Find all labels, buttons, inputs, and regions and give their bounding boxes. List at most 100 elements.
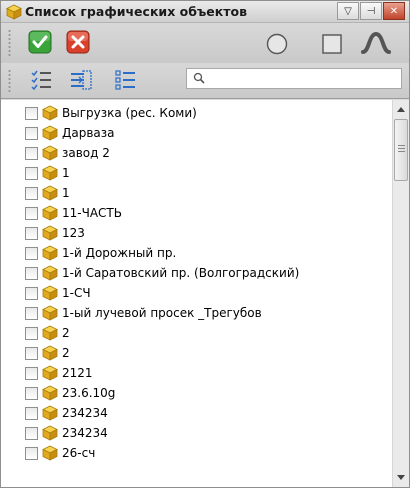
item-label: Выгрузка (рес. Коми): [62, 106, 197, 120]
list-item[interactable]: 11-ЧАСТЬ: [1, 203, 392, 223]
item-checkbox[interactable]: [25, 427, 38, 440]
vertical-scrollbar[interactable]: [392, 100, 409, 487]
list-item[interactable]: Дарваза: [1, 123, 392, 143]
uncheck-all-button[interactable]: [113, 68, 137, 92]
cube-icon: [42, 205, 58, 221]
item-checkbox[interactable]: [25, 367, 38, 380]
item-label: 234234: [62, 406, 108, 420]
scroll-down-arrow[interactable]: [393, 469, 409, 486]
curve-shape-icon: [361, 31, 391, 54]
item-checkbox[interactable]: [25, 187, 38, 200]
item-checkbox[interactable]: [25, 267, 38, 280]
item-checkbox[interactable]: [25, 127, 38, 140]
square-tool-button[interactable]: [319, 31, 345, 57]
item-label: 23.6.10g: [62, 386, 116, 400]
list-item[interactable]: завод 2: [1, 143, 392, 163]
chevron-down-icon: ▽: [344, 5, 352, 17]
list-item[interactable]: 1-СЧ: [1, 283, 392, 303]
list-item[interactable]: 1: [1, 183, 392, 203]
list-item[interactable]: 2121: [1, 363, 392, 383]
objects-list[interactable]: Выгрузка (рес. Коми) Дарваза завод 2 1 1 11-Ч…: [1, 100, 392, 487]
arrow-down-icon: [397, 475, 405, 480]
item-checkbox[interactable]: [25, 387, 38, 400]
item-checkbox[interactable]: [25, 327, 38, 340]
curve-tool-button[interactable]: [359, 29, 393, 57]
select-list-button[interactable]: [67, 68, 95, 92]
cube-icon: [42, 185, 58, 201]
list-item[interactable]: 1-ый лучевой просек _Трегубов: [1, 303, 392, 323]
list-item[interactable]: 234234: [1, 423, 392, 443]
item-label: 1: [62, 166, 70, 180]
item-label: 26-сч: [62, 446, 96, 460]
item-label: 1-СЧ: [62, 286, 91, 300]
item-checkbox[interactable]: [25, 207, 38, 220]
item-label: 1: [62, 186, 70, 200]
apply-button[interactable]: [27, 29, 53, 55]
item-checkbox[interactable]: [25, 227, 38, 240]
list-item[interactable]: 123: [1, 223, 392, 243]
item-checkbox[interactable]: [25, 107, 38, 120]
cube-icon: [42, 225, 58, 241]
item-label: 1-й Дорожный пр.: [62, 246, 177, 260]
square-shape-icon: [322, 34, 342, 54]
pin-icon: ⊣: [366, 5, 376, 17]
list-item[interactable]: Выгрузка (рес. Коми): [1, 103, 392, 123]
item-checkbox[interactable]: [25, 447, 38, 460]
item-checkbox[interactable]: [25, 247, 38, 260]
item-label: 123: [62, 226, 85, 240]
uncheck-all-icon: [115, 70, 135, 90]
scroll-up-arrow[interactable]: [393, 101, 409, 118]
list-item[interactable]: 1: [1, 163, 392, 183]
list-item[interactable]: 26-сч: [1, 443, 392, 463]
check-all-icon: [31, 70, 51, 91]
item-checkbox[interactable]: [25, 147, 38, 160]
pin-button[interactable]: ⊣: [360, 2, 382, 20]
list-item[interactable]: 23.6.10g: [1, 383, 392, 403]
window-controls: ▽ ⊣ ✕: [336, 2, 405, 20]
close-button[interactable]: ✕: [383, 2, 405, 20]
cube-icon: [42, 145, 58, 161]
toolbar-list: [1, 63, 409, 99]
item-checkbox[interactable]: [25, 347, 38, 360]
cube-icon: [42, 285, 58, 301]
cube-icon: [42, 105, 58, 121]
item-checkbox[interactable]: [25, 287, 38, 300]
item-checkbox[interactable]: [25, 167, 38, 180]
item-checkbox[interactable]: [25, 407, 38, 420]
cube-icon: [42, 365, 58, 381]
cube-icon: [42, 125, 58, 141]
cube-icon: [42, 425, 58, 441]
list-item[interactable]: 2: [1, 323, 392, 343]
cancel-button[interactable]: [65, 29, 91, 55]
toolbar-grip[interactable]: [8, 69, 11, 93]
list-item[interactable]: 1-й Дорожный пр.: [1, 243, 392, 263]
arrow-up-icon: [397, 107, 405, 112]
cube-icon: [42, 405, 58, 421]
item-label: 2: [62, 346, 70, 360]
toolbar-main: [1, 23, 409, 63]
check-all-button[interactable]: [29, 68, 53, 92]
cube-icon: [42, 265, 58, 281]
list-item[interactable]: 234234: [1, 403, 392, 423]
scroll-thumb[interactable]: [394, 119, 408, 181]
item-label: 234234: [62, 426, 108, 440]
item-label: 11-ЧАСТЬ: [62, 206, 122, 220]
title-bar[interactable]: Список графических объектов ▽ ⊣ ✕: [1, 1, 409, 23]
list-item[interactable]: 1-й Саратовский пр. (Волгоградский): [1, 263, 392, 283]
window-title: Список графических объектов: [25, 4, 248, 19]
close-icon: ✕: [389, 5, 399, 17]
cube-icon: [42, 165, 58, 181]
item-label: 2121: [62, 366, 93, 380]
dropdown-button[interactable]: ▽: [337, 2, 359, 20]
item-label: завод 2: [62, 146, 110, 160]
cube-icon: [42, 345, 58, 361]
list-item[interactable]: 2: [1, 343, 392, 363]
search-input[interactable]: [207, 70, 397, 87]
toolbar-grip[interactable]: [8, 29, 11, 57]
item-label: 1-ый лучевой просек _Трегубов: [62, 306, 262, 320]
item-checkbox[interactable]: [25, 307, 38, 320]
cube-icon: [42, 305, 58, 321]
circle-tool-button[interactable]: [264, 31, 290, 57]
cube-icon: [42, 245, 58, 261]
search-box[interactable]: [186, 68, 402, 89]
